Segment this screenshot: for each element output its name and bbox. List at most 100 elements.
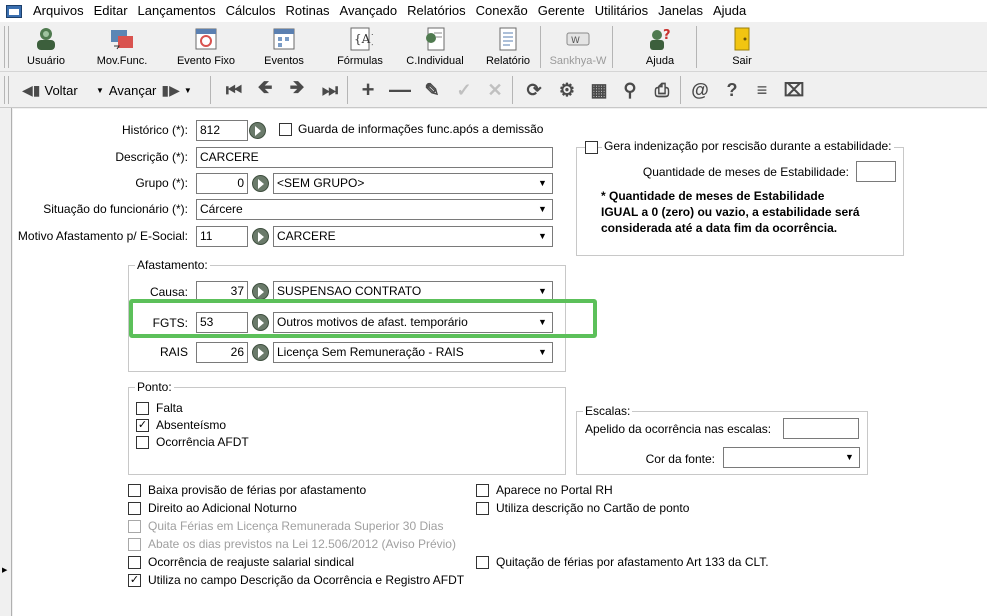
- adicional-noturno-checkbox[interactable]: [128, 502, 141, 515]
- cartao-ponto-checkbox[interactable]: [476, 502, 489, 515]
- next-record-icon[interactable]: 🡺: [285, 77, 309, 102]
- quita-ferias-checkbox[interactable]: [128, 520, 141, 533]
- filter-list-icon[interactable]: ≡: [750, 78, 774, 102]
- cor-fonte-select[interactable]: ▼: [723, 447, 860, 468]
- usuario-button[interactable]: Usuário: [22, 24, 70, 70]
- quitacao-ferias-label: Quitação de férias por afastamento Art 1…: [496, 555, 769, 569]
- confirm-icon[interactable]: ✓: [452, 78, 476, 102]
- grid-icon[interactable]: ▦: [587, 78, 611, 102]
- mov-func-button[interactable]: Mov.Func.: [92, 24, 152, 70]
- c-individual-button[interactable]: C.Individual: [403, 24, 467, 70]
- help-icon[interactable]: ?: [720, 78, 744, 102]
- first-record-icon[interactable]: ⏮: [222, 78, 246, 102]
- add-icon[interactable]: +: [356, 77, 380, 102]
- portal-rh-checkbox[interactable]: [476, 484, 489, 497]
- motivo-esocial-select[interactable]: CARCERE ▼: [273, 226, 553, 247]
- remove-icon[interactable]: —: [388, 77, 412, 102]
- grupo-code-input[interactable]: 0: [196, 173, 248, 194]
- sair-button[interactable]: Sair: [715, 24, 769, 70]
- last-record-icon[interactable]: ⏭: [318, 78, 342, 102]
- chevron-down-icon[interactable]: ▼: [841, 449, 858, 466]
- situacao-select[interactable]: Cárcere ▼: [196, 199, 553, 220]
- quitacao-ferias-checkbox[interactable]: [476, 556, 489, 569]
- svg-text:?: ?: [663, 28, 671, 43]
- grupo-select[interactable]: <SEM GRUPO> ▼: [273, 173, 553, 194]
- eventos-button[interactable]: Eventos: [256, 24, 312, 70]
- relatorio-button[interactable]: Relatório: [480, 24, 536, 70]
- historico-input[interactable]: 812: [196, 120, 248, 141]
- descricao-input[interactable]: CARCERE: [196, 147, 553, 168]
- apelido-label: Apelido da ocorrência nas escalas:: [585, 422, 772, 436]
- rais-select[interactable]: Licença Sem Remuneração - RAIS ▼: [273, 342, 553, 363]
- email-icon[interactable]: @: [688, 78, 712, 102]
- toolbar-separator: [512, 76, 513, 104]
- avancar-button[interactable]: ▼ Avançar ▮▶ ▼: [96, 78, 192, 102]
- expand-arrow-icon[interactable]: ▶: [2, 566, 7, 574]
- gera-indenizacao-checkbox[interactable]: [585, 141, 598, 154]
- abate-dias-checkbox[interactable]: [128, 538, 141, 551]
- menu-utilitarios[interactable]: Utilitários: [590, 0, 653, 22]
- menu-avancado[interactable]: Avançado: [335, 0, 403, 22]
- print-icon[interactable]: ⎙: [650, 78, 674, 102]
- qtd-meses-input[interactable]: [856, 161, 896, 182]
- settings-icon[interactable]: ⚙: [555, 78, 579, 102]
- absenteismo-checkbox[interactable]: ✓: [136, 419, 149, 432]
- calendar-icon: [195, 28, 217, 50]
- edit-icon[interactable]: ✎: [420, 78, 444, 102]
- left-panel-splitter[interactable]: ▶: [0, 108, 12, 616]
- chevron-down-icon[interactable]: ▼: [534, 175, 551, 192]
- formulas-button[interactable]: {A} Fórmulas: [330, 24, 390, 70]
- causa-lookup-icon[interactable]: [252, 283, 269, 300]
- menu-arquivos[interactable]: Arquivos: [28, 0, 89, 22]
- rais-code-input[interactable]: 26: [196, 342, 248, 363]
- ocorrencia-afdt-checkbox[interactable]: [136, 436, 149, 449]
- menu-rotinas[interactable]: Rotinas: [280, 0, 334, 22]
- ajuda-button[interactable]: ? Ajuda: [635, 24, 685, 70]
- guarda-info-checkbox[interactable]: [279, 123, 292, 136]
- grupo-lookup-icon[interactable]: [252, 175, 269, 192]
- svg-text:W: W: [571, 36, 580, 46]
- toolbar-separator: [347, 76, 348, 104]
- motivo-esocial-label: Motivo Afastamento p/ E-Social:: [17, 229, 188, 243]
- search-icon[interactable]: ⚲: [618, 78, 642, 102]
- menu-calculos[interactable]: Cálculos: [221, 0, 281, 22]
- cancel-icon[interactable]: ✕: [483, 78, 507, 102]
- apelido-input[interactable]: [783, 418, 859, 439]
- menu-janelas[interactable]: Janelas: [653, 0, 708, 22]
- historico-label: Histórico (*):: [121, 123, 188, 137]
- refresh-icon[interactable]: ⟳: [522, 78, 546, 102]
- toolbar-grip: [8, 76, 9, 104]
- voltar-button[interactable]: ◀▮ Voltar: [22, 78, 78, 102]
- chevron-down-icon[interactable]: ▼: [534, 201, 551, 218]
- formulas-label: Fórmulas: [337, 55, 383, 67]
- back-arrow-icon: ◀▮: [22, 81, 41, 98]
- menu-editar[interactable]: Editar: [89, 0, 133, 22]
- menu-conexao[interactable]: Conexão: [471, 0, 533, 22]
- descricao-label: Descrição (*):: [115, 150, 188, 164]
- reajuste-sindical-checkbox[interactable]: [128, 556, 141, 569]
- reajuste-sindical-label: Ocorrência de reajuste salarial sindical: [148, 555, 355, 569]
- menu-lancamentos[interactable]: Lançamentos: [133, 0, 221, 22]
- baixa-provisao-checkbox[interactable]: [128, 484, 141, 497]
- chevron-down-icon[interactable]: ▼: [534, 344, 551, 361]
- motivo-esocial-code-input[interactable]: 11: [196, 226, 248, 247]
- chevron-down-icon[interactable]: ▼: [534, 228, 551, 245]
- app-icon[interactable]: [6, 4, 22, 18]
- rais-lookup-icon[interactable]: [252, 344, 269, 361]
- menu-gerente[interactable]: Gerente: [533, 0, 590, 22]
- evento-fixo-button[interactable]: Evento Fixo: [171, 24, 241, 70]
- grupo-label: Grupo (*):: [135, 176, 188, 190]
- utiliza-descricao-afdt-checkbox[interactable]: ✓: [128, 574, 141, 587]
- toolbar-grip: [4, 76, 5, 104]
- previous-record-icon[interactable]: 🡸: [253, 77, 277, 102]
- avancar-label: Avançar: [108, 82, 157, 98]
- close-window-icon[interactable]: ⌧: [782, 78, 806, 102]
- historico-lookup-icon[interactable]: [249, 122, 266, 139]
- menu-ajuda[interactable]: Ajuda: [708, 0, 751, 22]
- sankhya-w-button[interactable]: W Sankhya-W: [548, 24, 608, 70]
- menu-relatorios[interactable]: Relatórios: [402, 0, 471, 22]
- motivo-esocial-lookup-icon[interactable]: [252, 228, 269, 245]
- falta-checkbox[interactable]: [136, 402, 149, 415]
- chevron-down-icon[interactable]: ▼: [534, 283, 551, 300]
- main-toolbar: Usuário Mov.Func. Evento Fixo Eventos {A…: [0, 22, 987, 72]
